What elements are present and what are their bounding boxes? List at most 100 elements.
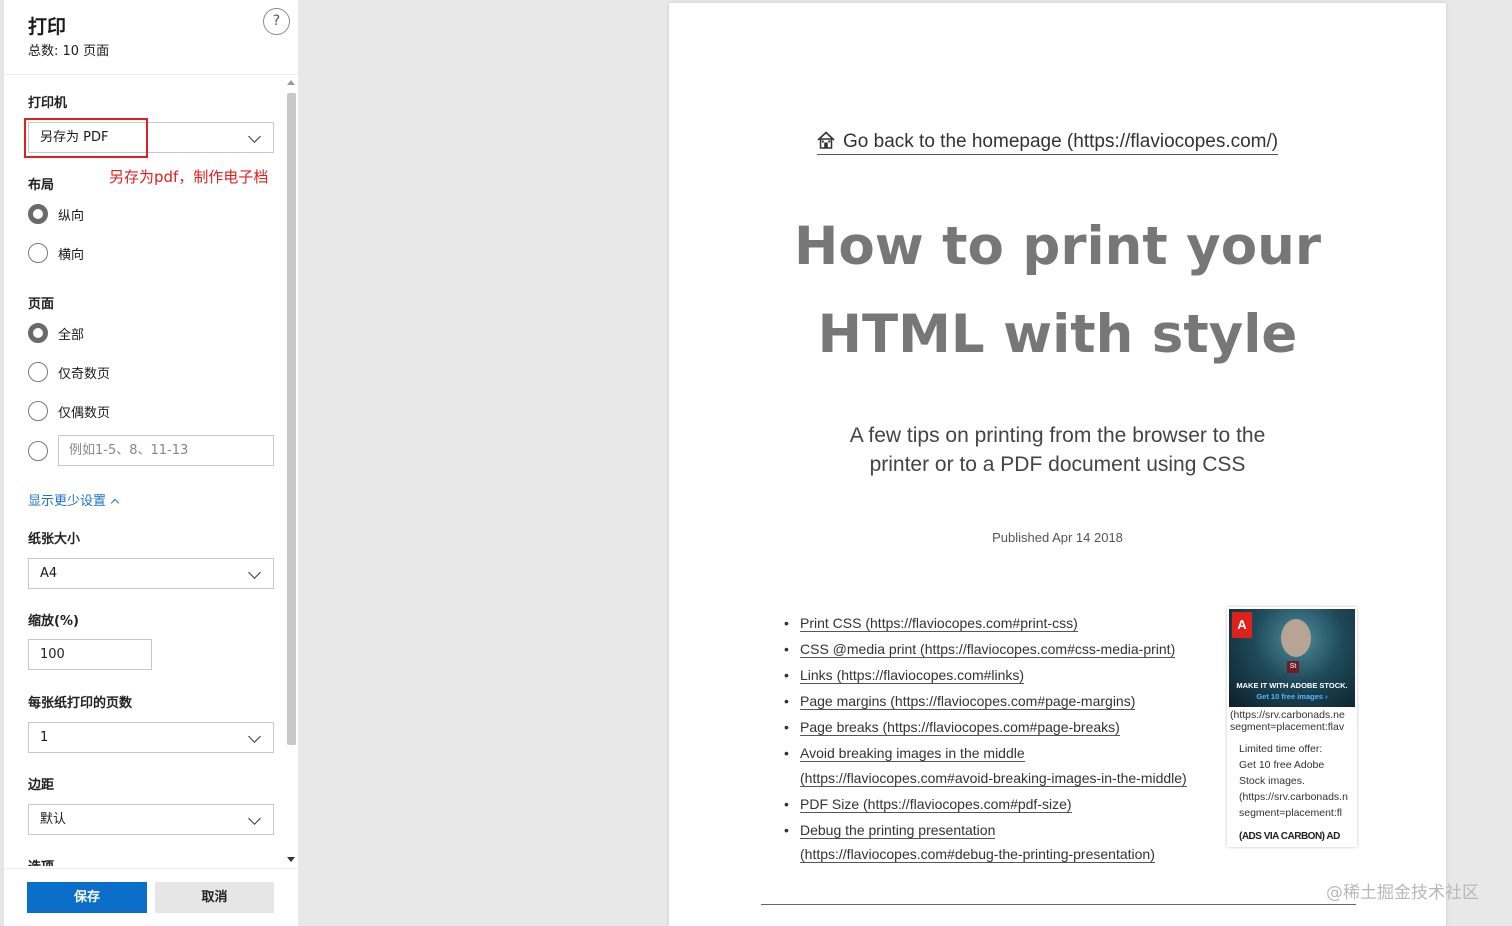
watermark: @稀土掘金技术社区 [1326, 883, 1479, 903]
adobe-stock-badge-icon: St [1287, 661, 1299, 673]
toc-item-text: Page breaks (https://flaviocopes.com#pag… [800, 719, 1120, 736]
toc-item-text: (https://flaviocopes.com#debug-the-print… [800, 846, 1155, 863]
radio-custom[interactable] [28, 441, 48, 461]
ad-offer-text: Limited time offer: Get 10 free Adobe St… [1239, 741, 1357, 821]
toc-item-text: Links (https://flaviocopes.com#links) [800, 667, 1025, 684]
ad-offer-line: Limited time offer: [1239, 743, 1323, 755]
ad-portrait [1281, 619, 1311, 657]
article-title-line2: HTML with style [817, 304, 1298, 365]
article-title-line1: How to print your [794, 216, 1321, 277]
chevron-down-icon [248, 130, 261, 143]
pages-label: 页面 [28, 297, 55, 312]
panel-header: 打印 总数: 10 页面 ? [4, 0, 298, 75]
radio-even[interactable] [28, 401, 48, 421]
toc-item-text: PDF Size (https://flaviocopes.com#pdf-si… [800, 795, 1072, 813]
published-date: Published Apr 14 2018 [992, 530, 1123, 545]
toc-item-text: Debug the printing presentation [800, 821, 996, 839]
pages-even-option[interactable]: 仅偶数页 [28, 400, 110, 422]
toc-item: Links (https://flaviocopes.com#links) [784, 663, 1220, 688]
radio-portrait[interactable] [28, 204, 48, 224]
pages-odd-option[interactable]: 仅奇数页 [28, 361, 110, 383]
radio-all[interactable] [28, 323, 48, 343]
layout-landscape-option[interactable]: 横向 [28, 242, 84, 264]
chevron-down-icon [248, 730, 261, 743]
pages-per-sheet-select[interactable]: 1 [28, 722, 274, 753]
toc-item-text: CSS @media print (https://flaviocopes.co… [800, 641, 1176, 658]
pages-per-sheet-value: 1 [40, 730, 49, 745]
toc-item: Print CSS (https://flaviocopes.com#print… [784, 611, 1220, 636]
ad-image: AdobeA St MAKE IT WITH ADOBE STOCK. Get … [1229, 609, 1355, 707]
scroll-down-arrow-icon[interactable] [287, 857, 295, 862]
paper-size-value: A4 [40, 566, 58, 581]
ad-offer-line: (https://srv.carbonads.n [1239, 791, 1348, 803]
layout-portrait-option[interactable]: 纵向 [28, 203, 84, 225]
radio-even-label: 仅偶数页 [58, 405, 111, 421]
cancel-button[interactable]: 取消 [155, 882, 274, 913]
print-settings-panel: 打印 总数: 10 页面 ? 打印机 另存为 PDF 另存为pdf，制作电子档 … [0, 0, 298, 926]
show-less-settings-link[interactable]: 显示更少设置 [28, 490, 120, 509]
panel-scrollbar[interactable] [284, 77, 298, 867]
toc-item-text: Avoid breaking images in the middle [800, 745, 1025, 762]
homepage-link: Go back to the homepage (https://flavioc… [817, 131, 1279, 155]
ad-url-line: (https://srv.carbonads.ne [1230, 709, 1345, 721]
ad-offer-line: Stock images. [1239, 775, 1305, 787]
radio-odd[interactable] [28, 362, 48, 382]
printer-label: 打印机 [28, 96, 68, 111]
toc-item-text: Page margins (https://flaviocopes.com#pa… [800, 693, 1136, 710]
toc-item: CSS @media print (https://flaviocopes.co… [784, 637, 1220, 662]
adobe-logo-glyph: A [1237, 617, 1247, 632]
ad-cta: Get 10 free images › [1256, 692, 1328, 701]
paper-size-select[interactable]: A4 [28, 558, 274, 589]
annotation-highlight-box [24, 118, 148, 158]
toc-item-text: (https://flaviocopes.com#avoid-breaking-… [800, 769, 1187, 787]
article-subtitle-line1: A few tips on printing from the browser … [849, 424, 1266, 447]
panel-footer: 保存 取消 [4, 868, 298, 926]
toc-item: PDF Size (https://flaviocopes.com#pdf-si… [784, 792, 1220, 817]
toc-item-text: Print CSS (https://flaviocopes.com#print… [800, 615, 1078, 632]
toc-item: Page breaks (https://flaviocopes.com#pag… [784, 715, 1220, 740]
paper-size-label: 纸张大小 [28, 532, 81, 547]
ad-url: (https://srv.carbonads.ne segment=placem… [1230, 709, 1357, 733]
save-button[interactable]: 保存 [27, 882, 147, 913]
scale-label: 缩放(%) [28, 614, 79, 629]
scale-input[interactable] [28, 639, 152, 670]
toc-item: Avoid breaking images in the middle (http… [784, 741, 1220, 790]
toc-item: Page margins (https://flaviocopes.com#pa… [784, 689, 1220, 714]
ad-offer-line: Get 10 free Adobe [1239, 759, 1325, 771]
chevron-down-icon [248, 812, 261, 825]
ad-caption: MAKE IT WITH ADOBE STOCK. [1236, 681, 1348, 690]
page-count: 总数: 10 页面 [28, 44, 110, 59]
pages-per-sheet-label: 每张纸打印的页数 [28, 696, 133, 711]
scroll-up-arrow-icon[interactable] [287, 80, 295, 85]
scrollbar-thumb[interactable] [287, 93, 296, 745]
dialog-title: 打印 [28, 16, 67, 38]
print-preview-page: Go back to the homepage (https://flavioc… [669, 3, 1446, 926]
table-of-contents: Print CSS (https://flaviocopes.com#print… [784, 611, 1220, 868]
show-less-label: 显示更少设置 [28, 494, 107, 509]
margins-select[interactable]: 默认 [28, 804, 274, 835]
article-subtitle-line2: printer or to a PDF document using CSS [869, 453, 1246, 476]
radio-landscape-label: 横向 [58, 247, 85, 263]
radio-odd-label: 仅奇数页 [58, 366, 111, 382]
article-subtitle: A few tips on printing from the browser … [669, 421, 1446, 479]
chevron-up-icon [110, 498, 120, 508]
help-icon[interactable]: ? [263, 8, 290, 35]
annotation-text: 另存为pdf，制作电子档 [109, 168, 269, 186]
pages-all-option[interactable]: 全部 [28, 322, 84, 344]
chevron-down-icon [248, 566, 261, 579]
adobe-logo-icon: AdobeA [1232, 612, 1252, 638]
radio-all-label: 全部 [58, 327, 85, 343]
radio-portrait-label: 纵向 [58, 208, 85, 224]
toc-item: Debug the printing presentation (https://… [784, 818, 1220, 867]
margins-label: 边距 [28, 778, 55, 793]
pages-custom-option[interactable] [28, 440, 48, 462]
ad-url-line: segment=placement:flav [1230, 721, 1345, 733]
radio-landscape[interactable] [28, 243, 48, 263]
horizontal-rule [761, 904, 1356, 905]
carbon-ad: AdobeA St MAKE IT WITH ADOBE STOCK. Get … [1227, 607, 1357, 847]
layout-label: 布局 [28, 178, 55, 193]
house-icon [817, 131, 835, 149]
ad-footer: (ADS VIA CARBON) AD [1239, 831, 1340, 842]
article-title: How to print your HTML with style [669, 203, 1446, 379]
page-range-input[interactable] [58, 435, 274, 466]
